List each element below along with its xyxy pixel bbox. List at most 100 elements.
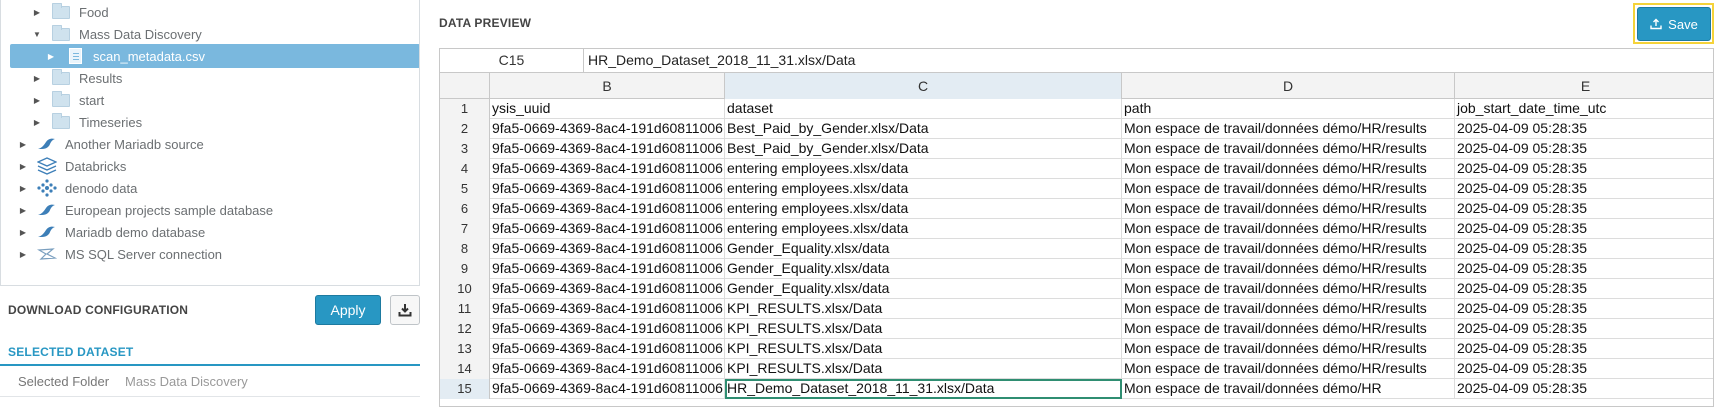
table-cell[interactable]: 9fa5-0669-4369-8ac4-191d60811006 [490, 379, 725, 399]
tree-item[interactable]: ▶ Timeseries [1, 110, 419, 134]
table-cell[interactable]: 2025-04-09 05:28:35 [1455, 119, 1713, 139]
table-cell[interactable]: 9fa5-0669-4369-8ac4-191d60811006 [490, 299, 725, 319]
table-cell[interactable]: entering employees.xlsx/data [725, 219, 1122, 239]
table-cell[interactable]: 2025-04-09 05:28:35 [1455, 239, 1713, 259]
table-cell[interactable]: Mon espace de travail/données démo/HR/re… [1122, 279, 1455, 299]
expand-right-icon[interactable]: ▶ [17, 248, 29, 260]
table-cell[interactable]: HR_Demo_Dataset_2018_11_31.xlsx/Data [725, 379, 1122, 399]
table-cell[interactable]: 9fa5-0669-4369-8ac4-191d60811006 [490, 139, 725, 159]
table-cell[interactable]: Mon espace de travail/données démo/HR [1122, 379, 1455, 399]
row-number[interactable]: 1 [440, 99, 490, 119]
column-header-e[interactable]: E [1455, 73, 1713, 99]
table-cell[interactable]: Best_Paid_by_Gender.xlsx/Data [725, 139, 1122, 159]
table-cell[interactable]: dataset [725, 99, 1122, 119]
table-cell[interactable]: 2025-04-09 05:28:35 [1455, 199, 1713, 219]
expand-right-icon[interactable]: ▶ [17, 160, 29, 172]
source-tree[interactable]: ▶ Food ▼ Mass Data Discovery ▶ scan_metadata.… [0, 0, 420, 286]
table-cell[interactable]: 9fa5-0669-4369-8ac4-191d60811006 [490, 239, 725, 259]
cell-reference[interactable]: C15 [440, 49, 584, 73]
select-all-corner[interactable] [440, 73, 490, 99]
table-cell[interactable]: 2025-04-09 05:28:35 [1455, 179, 1713, 199]
expand-right-icon[interactable]: ▶ [45, 50, 57, 62]
table-cell[interactable]: Mon espace de travail/données démo/HR/re… [1122, 259, 1455, 279]
table-cell[interactable]: 2025-04-09 05:28:35 [1455, 259, 1713, 279]
table-cell[interactable]: 9fa5-0669-4369-8ac4-191d60811006 [490, 279, 725, 299]
expand-right-icon[interactable]: ▶ [31, 116, 43, 128]
table-cell[interactable]: KPI_RESULTS.xlsx/Data [725, 299, 1122, 319]
tree-item[interactable]: ▶ Databricks [1, 154, 419, 178]
row-number[interactable]: 8 [440, 239, 490, 259]
row-number[interactable]: 7 [440, 219, 490, 239]
table-cell[interactable]: path [1122, 99, 1455, 119]
table-cell[interactable]: 2025-04-09 05:28:35 [1455, 299, 1713, 319]
tree-item[interactable]: ▶ Mariadb demo database [1, 220, 419, 244]
table-cell[interactable]: KPI_RESULTS.xlsx/Data [725, 319, 1122, 339]
expand-down-icon[interactable]: ▼ [31, 28, 43, 40]
tree-item[interactable]: ▶ start [1, 88, 419, 112]
expand-right-icon[interactable]: ▶ [31, 94, 43, 106]
spreadsheet-preview[interactable]: C15 HR_Demo_Dataset_2018_11_31.xlsx/Data… [439, 48, 1714, 407]
tree-item[interactable]: ▶ Another Mariadb source [1, 132, 419, 156]
table-cell[interactable]: Mon espace de travail/données démo/HR/re… [1122, 119, 1455, 139]
table-cell[interactable]: 2025-04-09 05:28:35 [1455, 139, 1713, 159]
row-number[interactable]: 6 [440, 199, 490, 219]
expand-right-icon[interactable]: ▶ [31, 72, 43, 84]
row-number[interactable]: 2 [440, 119, 490, 139]
table-cell[interactable]: 2025-04-09 05:28:35 [1455, 279, 1713, 299]
table-cell[interactable]: Mon espace de travail/données démo/HR/re… [1122, 199, 1455, 219]
table-cell[interactable]: Mon espace de travail/données démo/HR/re… [1122, 179, 1455, 199]
row-number[interactable]: 13 [440, 339, 490, 359]
tree-item[interactable]: ▶ European projects sample database [1, 198, 419, 222]
table-cell[interactable]: KPI_RESULTS.xlsx/Data [725, 359, 1122, 379]
tree-item[interactable]: ▼ Mass Data Discovery [1, 22, 419, 46]
tree-item[interactable]: ▶ denodo data [1, 176, 419, 200]
table-cell[interactable]: 2025-04-09 05:28:35 [1455, 379, 1713, 399]
row-number[interactable]: 5 [440, 179, 490, 199]
table-cell[interactable]: Mon espace de travail/données démo/HR/re… [1122, 239, 1455, 259]
table-cell[interactable]: 9fa5-0669-4369-8ac4-191d60811006 [490, 159, 725, 179]
apply-button[interactable]: Apply [315, 295, 381, 325]
table-cell[interactable]: KPI_RESULTS.xlsx/Data [725, 339, 1122, 359]
row-number[interactable]: 12 [440, 319, 490, 339]
expand-right-icon[interactable]: ▶ [17, 204, 29, 216]
table-cell[interactable]: Gender_Equality.xlsx/data [725, 279, 1122, 299]
table-cell[interactable]: 9fa5-0669-4369-8ac4-191d60811006 [490, 319, 725, 339]
table-cell[interactable]: 9fa5-0669-4369-8ac4-191d60811006 [490, 219, 725, 239]
column-header-c[interactable]: C [725, 73, 1122, 99]
tree-item[interactable]: ▶ Results [1, 66, 419, 90]
tree-item[interactable]: ▶ scan_metadata.csv [10, 44, 419, 68]
table-cell[interactable]: 9fa5-0669-4369-8ac4-191d60811006 [490, 119, 725, 139]
table-cell[interactable]: entering employees.xlsx/data [725, 159, 1122, 179]
table-cell[interactable]: Best_Paid_by_Gender.xlsx/Data [725, 119, 1122, 139]
table-cell[interactable]: 2025-04-09 05:28:35 [1455, 339, 1713, 359]
table-cell[interactable]: job_start_date_time_utc [1455, 99, 1713, 119]
table-cell[interactable]: 2025-04-09 05:28:35 [1455, 219, 1713, 239]
table-cell[interactable]: 2025-04-09 05:28:35 [1455, 159, 1713, 179]
table-cell[interactable]: 9fa5-0669-4369-8ac4-191d60811006 [490, 179, 725, 199]
row-number[interactable]: 14 [440, 359, 490, 379]
expand-right-icon[interactable]: ▶ [17, 138, 29, 150]
download-button[interactable] [390, 295, 420, 325]
table-cell[interactable]: 9fa5-0669-4369-8ac4-191d60811006 [490, 259, 725, 279]
table-cell[interactable]: Mon espace de travail/données démo/HR/re… [1122, 319, 1455, 339]
row-number[interactable]: 9 [440, 259, 490, 279]
table-cell[interactable]: 9fa5-0669-4369-8ac4-191d60811006 [490, 359, 725, 379]
table-cell[interactable]: entering employees.xlsx/data [725, 179, 1122, 199]
save-button[interactable]: Save [1637, 7, 1711, 41]
expand-right-icon[interactable]: ▶ [17, 226, 29, 238]
table-cell[interactable]: Mon espace de travail/données démo/HR/re… [1122, 159, 1455, 179]
row-number[interactable]: 11 [440, 299, 490, 319]
table-cell[interactable]: 9fa5-0669-4369-8ac4-191d60811006 [490, 339, 725, 359]
table-cell[interactable]: Mon espace de travail/données démo/HR/re… [1122, 359, 1455, 379]
tree-item[interactable]: ▶ MS SQL Server connection [1, 242, 419, 266]
table-cell[interactable]: 9fa5-0669-4369-8ac4-191d60811006 [490, 199, 725, 219]
expand-right-icon[interactable]: ▶ [17, 182, 29, 194]
table-cell[interactable]: ysis_uuid [490, 99, 725, 119]
row-number[interactable]: 10 [440, 279, 490, 299]
row-number[interactable]: 4 [440, 159, 490, 179]
table-cell[interactable]: Mon espace de travail/données démo/HR/re… [1122, 299, 1455, 319]
table-cell[interactable]: 2025-04-09 05:28:35 [1455, 359, 1713, 379]
formula-value[interactable]: HR_Demo_Dataset_2018_11_31.xlsx/Data [588, 49, 855, 73]
table-cell[interactable]: Mon espace de travail/données démo/HR/re… [1122, 219, 1455, 239]
row-number[interactable]: 15 [440, 379, 490, 399]
